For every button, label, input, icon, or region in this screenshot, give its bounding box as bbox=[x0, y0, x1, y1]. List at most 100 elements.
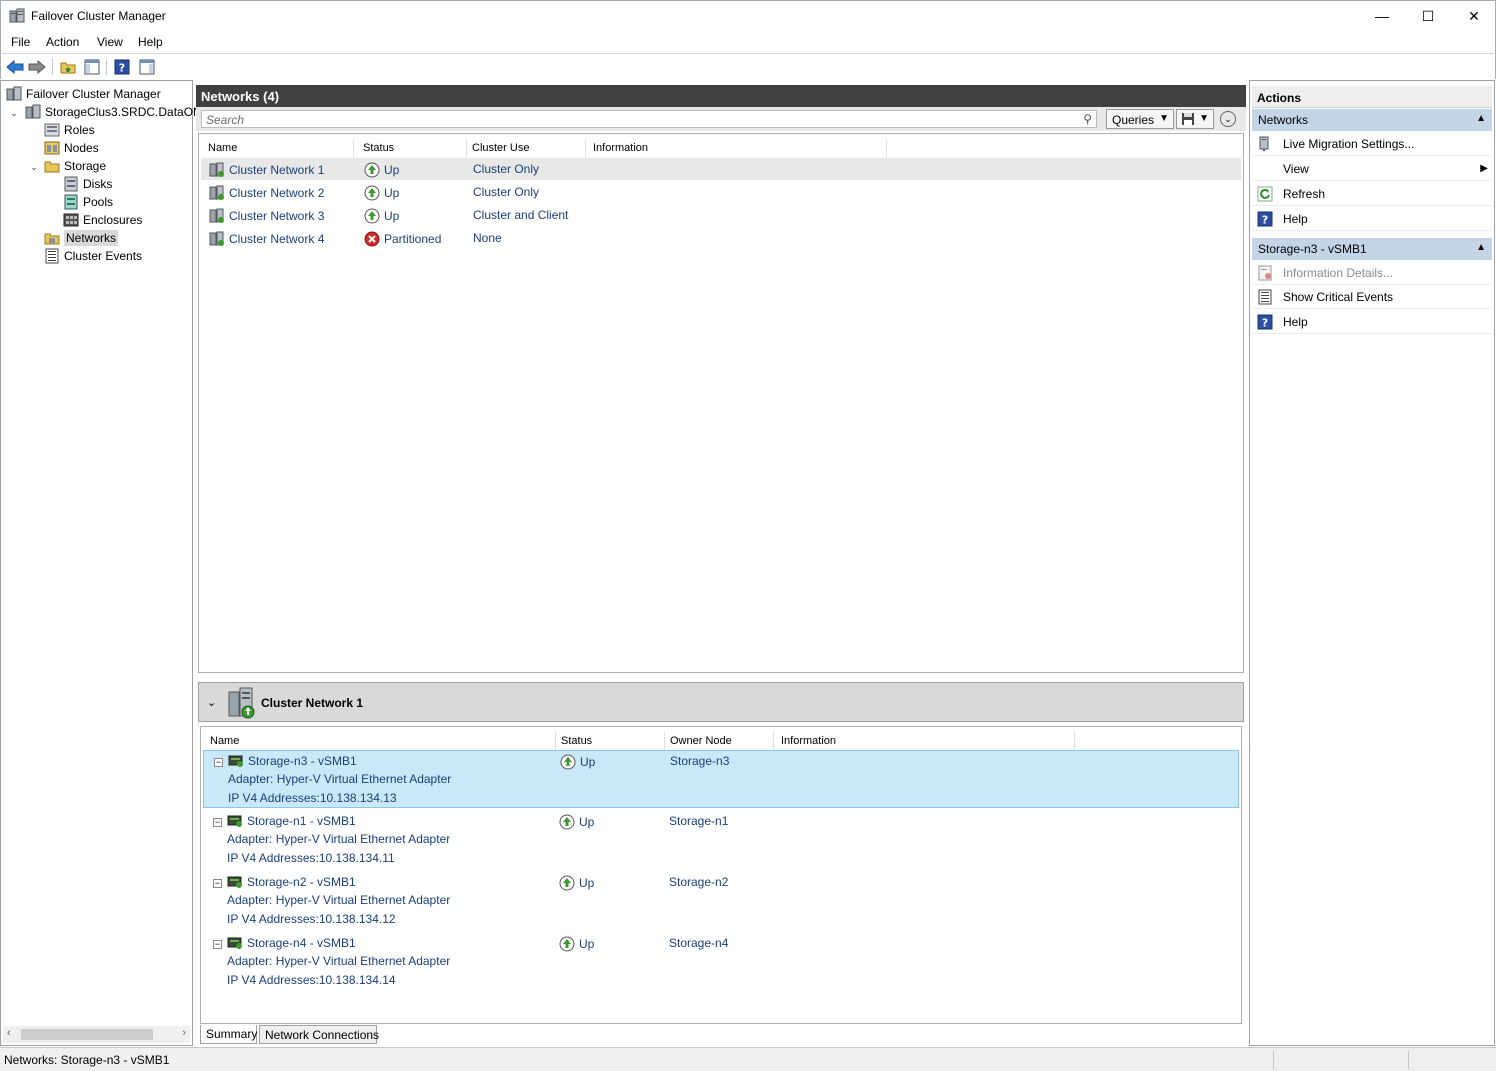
network-adapter-icon bbox=[227, 876, 242, 888]
chevron-down-icon[interactable]: ⌄ bbox=[207, 696, 216, 709]
help-button[interactable]: ? bbox=[113, 58, 131, 76]
cluster-manager-icon bbox=[6, 86, 22, 101]
table-row[interactable]: − Storage-n3 - vSMB1 Adapter: Hyper-V Vi… bbox=[203, 750, 1239, 808]
collapse-icon[interactable]: − bbox=[213, 879, 222, 888]
svg-text:?: ? bbox=[119, 62, 125, 75]
information-details-action[interactable]: Information Details... bbox=[1252, 261, 1492, 285]
tree-enclosures[interactable]: Enclosures bbox=[63, 211, 142, 229]
tab-network-connections[interactable]: Network Connections bbox=[259, 1025, 379, 1044]
save-query-button[interactable]: ▼ bbox=[1176, 109, 1214, 129]
column-header-cluster-use[interactable]: Cluster Use bbox=[468, 138, 586, 158]
status-bar: Networks: Storage-n3 - vSMB1 bbox=[0, 1047, 1496, 1071]
status-up-icon bbox=[364, 185, 380, 201]
view-action[interactable]: View ▶ bbox=[1252, 157, 1492, 181]
menu-bar: File Action View Help bbox=[0, 31, 1496, 53]
actions-title: Actions bbox=[1252, 86, 1492, 108]
collapse-chevron-icon[interactable]: ⌄ bbox=[9, 108, 19, 118]
column-header-information[interactable]: Information bbox=[589, 138, 887, 158]
window-title: Failover Cluster Manager bbox=[31, 9, 166, 23]
tree-cluster[interactable]: StorageClus3.SRDC.DataON bbox=[25, 103, 202, 121]
table-row[interactable]: Cluster Network 4 Partitioned None bbox=[201, 227, 1241, 249]
status-error-icon bbox=[364, 231, 380, 247]
collapse-up-icon[interactable]: ▲ bbox=[1476, 113, 1486, 124]
tree-root[interactable]: Failover Cluster Manager bbox=[6, 85, 161, 103]
title-bar: Failover Cluster Manager — ☐ ✕ bbox=[0, 0, 1496, 31]
cluster-manager-icon bbox=[9, 8, 25, 24]
queries-dropdown[interactable]: Queries ▼ bbox=[1106, 109, 1174, 129]
column-header-name[interactable]: Name bbox=[206, 731, 556, 751]
scroll-right-icon[interactable]: › bbox=[182, 1027, 186, 1039]
column-header-name[interactable]: Name bbox=[204, 138, 354, 158]
search-icon[interactable]: ⚲ bbox=[1083, 112, 1092, 126]
svg-text:?: ? bbox=[1262, 316, 1268, 329]
table-row[interactable]: − Storage-n2 - vSMB1 Adapter: Hyper-V Vi… bbox=[203, 872, 1239, 930]
live-migration-settings-action[interactable]: Live Migration Settings... bbox=[1252, 132, 1492, 156]
status-up-icon bbox=[560, 754, 576, 770]
networks-table: Name Status Cluster Use Information Clus… bbox=[198, 133, 1244, 673]
dropdown-arrow-icon: ▼ bbox=[1159, 113, 1169, 124]
tree-networks[interactable]: Networks bbox=[44, 229, 119, 247]
tree-pools[interactable]: Pools bbox=[63, 193, 113, 211]
dropdown-arrow-icon: ▼ bbox=[1199, 113, 1209, 124]
up-level-button[interactable] bbox=[59, 58, 77, 76]
collapse-up-icon[interactable]: ▲ bbox=[1476, 242, 1486, 253]
tree-disks[interactable]: Disks bbox=[63, 175, 112, 193]
collapse-chevron-icon[interactable]: ⌄ bbox=[29, 162, 39, 172]
forward-arrow-icon bbox=[28, 60, 46, 74]
tab-summary[interactable]: Summary bbox=[200, 1025, 257, 1044]
migration-icon bbox=[1259, 136, 1269, 151]
collapse-icon[interactable]: − bbox=[213, 818, 222, 827]
tree-nodes[interactable]: Nodes bbox=[44, 139, 99, 157]
table-row[interactable]: − Storage-n1 - vSMB1 Adapter: Hyper-V Vi… bbox=[203, 811, 1239, 869]
column-header-information[interactable]: Information bbox=[777, 731, 1075, 751]
close-button[interactable]: ✕ bbox=[1451, 1, 1496, 31]
pools-icon bbox=[64, 194, 78, 210]
show-critical-events-action[interactable]: Show Critical Events bbox=[1252, 285, 1492, 309]
table-row[interactable]: Cluster Network 2 Up Cluster Only bbox=[201, 181, 1241, 203]
show-hide-tree-button[interactable] bbox=[83, 58, 101, 76]
tree-cluster-events[interactable]: Cluster Events bbox=[44, 247, 142, 265]
table-row[interactable]: − Storage-n4 - vSMB1 Adapter: Hyper-V Vi… bbox=[203, 933, 1239, 991]
table-row[interactable]: Cluster Network 3 Up Cluster and Client bbox=[201, 204, 1241, 226]
menu-help[interactable]: Help bbox=[138, 35, 163, 49]
horizontal-scrollbar[interactable]: ‹ › bbox=[3, 1026, 190, 1043]
networks-header: Networks (4) bbox=[196, 85, 1246, 107]
refresh-action[interactable]: Refresh bbox=[1252, 182, 1492, 206]
column-header-owner-node[interactable]: Owner Node bbox=[666, 731, 774, 751]
menu-view[interactable]: View bbox=[97, 35, 123, 49]
actions-section-interface[interactable]: Storage-n3 - vSMB1 ▲ bbox=[1252, 238, 1492, 260]
expand-collapse-button[interactable]: ⌄ bbox=[1220, 111, 1236, 127]
collapse-icon[interactable]: − bbox=[213, 940, 222, 949]
network-icon bbox=[209, 231, 224, 246]
maximize-icon: ☐ bbox=[1421, 7, 1435, 24]
events-icon bbox=[1258, 289, 1272, 304]
collapse-icon[interactable]: − bbox=[214, 758, 223, 767]
tree-storage[interactable]: Storage bbox=[44, 157, 106, 175]
svg-text:?: ? bbox=[1262, 213, 1268, 226]
minimize-button[interactable]: — bbox=[1359, 1, 1405, 31]
column-header-status[interactable]: Status bbox=[359, 138, 467, 158]
menu-action[interactable]: Action bbox=[46, 35, 79, 49]
show-hide-action-pane-button[interactable] bbox=[138, 58, 156, 76]
tree-roles[interactable]: Roles bbox=[44, 121, 95, 139]
save-icon bbox=[1182, 113, 1194, 125]
help-icon: ? bbox=[114, 59, 130, 75]
help-icon: ? bbox=[1257, 211, 1273, 226]
back-button[interactable] bbox=[6, 58, 24, 76]
scroll-left-icon[interactable]: ‹ bbox=[7, 1027, 11, 1039]
help-action[interactable]: ? Help bbox=[1252, 207, 1492, 231]
menu-file[interactable]: File bbox=[11, 35, 30, 49]
actions-section-networks[interactable]: Networks ▲ bbox=[1252, 109, 1492, 131]
status-up-icon bbox=[559, 936, 575, 952]
forward-button[interactable] bbox=[28, 58, 46, 76]
help-action-2[interactable]: ? Help bbox=[1252, 310, 1492, 334]
maximize-button[interactable]: ☐ bbox=[1405, 1, 1451, 31]
column-header-status[interactable]: Status bbox=[557, 731, 665, 751]
disks-icon bbox=[64, 176, 78, 192]
network-adapter-icon bbox=[228, 755, 243, 767]
search-input[interactable]: Search ⚲ bbox=[201, 110, 1097, 128]
status-up-icon bbox=[364, 208, 380, 224]
networks-icon bbox=[44, 233, 60, 245]
table-row[interactable]: Cluster Network 1 Up Cluster Only bbox=[201, 158, 1241, 180]
scrollbar-thumb[interactable] bbox=[21, 1029, 153, 1040]
